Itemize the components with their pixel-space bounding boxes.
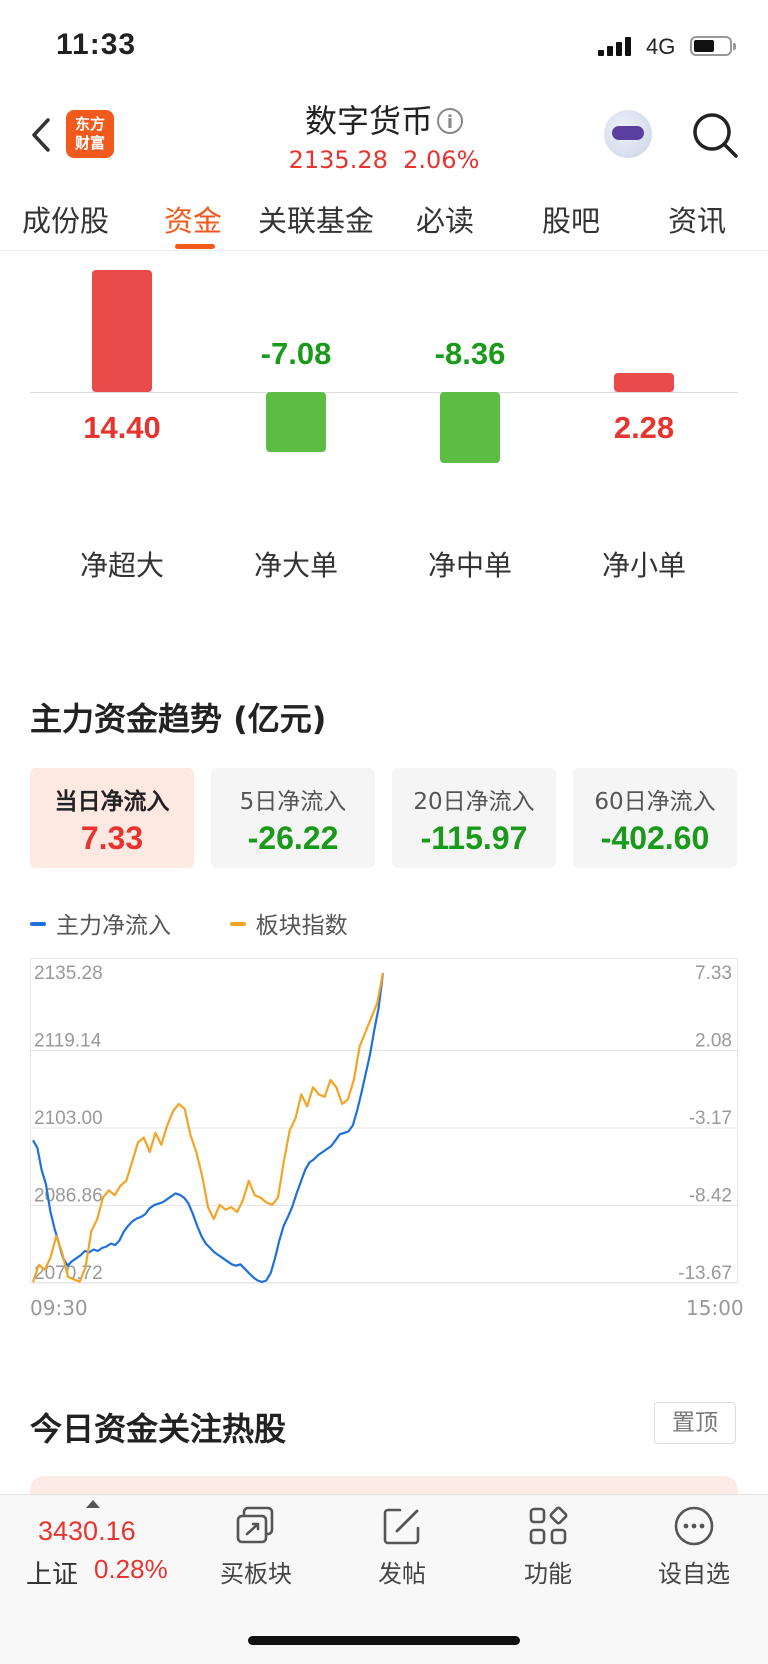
card-label: 20日净流入: [413, 789, 535, 815]
tab-must-read[interactable]: 必读: [416, 198, 474, 240]
right-tick-label: 7.33: [695, 963, 732, 984]
header-index-value: 2135.28: [288, 146, 388, 174]
right-tick-label: -8.42: [689, 1186, 732, 1207]
home-indicator: [248, 1636, 520, 1645]
tab-news[interactable]: 资讯: [668, 198, 726, 240]
status-time: 11:33: [56, 28, 137, 61]
nav-buy-sector[interactable]: 买板块: [196, 1504, 316, 1589]
legend-index-swatch: [229, 922, 246, 926]
nav-add-watchlist[interactable]: 设自选: [634, 1504, 754, 1589]
buy-sector-icon: [236, 1506, 274, 1544]
info-icon[interactable]: i: [437, 108, 463, 134]
left-tick-label: 2086.86: [34, 1186, 103, 1207]
legend-main-swatch: [30, 922, 46, 926]
card-value: -402.60: [600, 820, 710, 856]
header-index-change: 2.06%: [403, 146, 480, 174]
flow-value: 14.40: [83, 410, 161, 445]
left-tick-label: 2103.00: [34, 1108, 103, 1129]
sh-index-name[interactable]: 上证: [26, 1554, 78, 1591]
legend-main-label: 主力净流入: [56, 913, 171, 939]
x-axis-end: 15:00: [686, 1296, 744, 1320]
card-value: 7.33: [80, 820, 144, 856]
tab-constituents[interactable]: 成份股: [22, 198, 109, 240]
card-label: 5日净流入: [239, 789, 347, 815]
nav-label: 设自选: [658, 1560, 730, 1588]
flow-bar: [266, 392, 326, 453]
right-tick-label: -13.67: [678, 1263, 732, 1284]
nav-label: 买板块: [220, 1560, 292, 1588]
sh-index-value[interactable]: 3430.16: [38, 1516, 136, 1547]
flow-value: -7.08: [260, 336, 332, 371]
card-value: -115.97: [420, 820, 528, 856]
expand-arrow-icon[interactable]: [86, 1500, 100, 1508]
flow-bar: [440, 392, 500, 464]
right-tick-label: 2.08: [695, 1031, 732, 1052]
flow-label: 净小单: [601, 549, 686, 582]
tab-funds[interactable]: 资金: [164, 198, 222, 240]
network-label: 4G: [646, 34, 676, 59]
flow-value: 2.28: [613, 410, 675, 445]
tab-bar: 成份股 资金 关联基金 必读 股吧 资讯: [0, 180, 768, 251]
left-tick-label: 2135.28: [34, 963, 103, 984]
sh-index-change[interactable]: 0.28%: [94, 1554, 168, 1585]
card-20day-inflow[interactable]: 20日净流入 -115.97: [392, 768, 556, 868]
card-60day-inflow[interactable]: 60日净流入 -402.60: [573, 768, 737, 868]
flow-baseline: [30, 392, 738, 393]
flow-label: 净超大: [79, 549, 164, 582]
assistant-robot-icon[interactable]: [604, 110, 652, 158]
x-axis-start: 09:30: [30, 1296, 88, 1320]
chart-legend: 主力净流入 板块指数: [30, 906, 348, 940]
header-quote: 2135.28 2.06%: [0, 146, 768, 174]
flow-bar: [614, 372, 674, 392]
flow-bar: [92, 269, 152, 392]
left-tick-label: 2119.14: [34, 1031, 102, 1052]
card-label: 60日净流入: [594, 789, 716, 815]
card-label: 当日净流入: [54, 789, 170, 815]
nav-compose[interactable]: 发帖: [342, 1504, 462, 1589]
more-dots-icon: [674, 1506, 714, 1546]
pin-top-button[interactable]: 置顶: [654, 1402, 736, 1444]
nav-label: 功能: [524, 1560, 572, 1588]
trend-title: 主力资金趋势 (亿元): [30, 700, 327, 738]
card-value: -26.22: [247, 820, 339, 856]
tab-related-funds[interactable]: 关联基金: [258, 198, 374, 240]
card-today-inflow[interactable]: 当日净流入 7.33: [30, 768, 194, 868]
grid-icon: [529, 1506, 568, 1545]
search-icon[interactable]: [690, 110, 740, 160]
page-title: 数字货币 i: [0, 96, 768, 142]
flow-value: -8.36: [434, 336, 506, 371]
trend-chart[interactable]: 2135.28 7.33 2119.14 2.08 2103.00 -3.17 2086.8…: [30, 958, 738, 1288]
tab-forum[interactable]: 股吧: [542, 198, 600, 240]
battery-icon: [690, 36, 736, 56]
compose-icon: [383, 1508, 420, 1545]
signal-icon: [598, 36, 638, 56]
page-title-text: 数字货币: [304, 102, 433, 140]
flow-label: 净大单: [253, 549, 338, 582]
active-tab-indicator: [175, 244, 215, 249]
chart-frame: [30, 958, 738, 1283]
right-tick-label: -3.17: [689, 1108, 732, 1129]
card-5day-inflow[interactable]: 5日净流入 -26.22: [211, 768, 375, 868]
nav-functions[interactable]: 功能: [488, 1504, 608, 1589]
hot-stocks-title: 今日资金关注热股: [30, 1410, 287, 1448]
flow-label: 净中单: [427, 549, 512, 582]
legend-index-label: 板块指数: [255, 913, 348, 939]
nav-label: 发帖: [378, 1560, 426, 1588]
